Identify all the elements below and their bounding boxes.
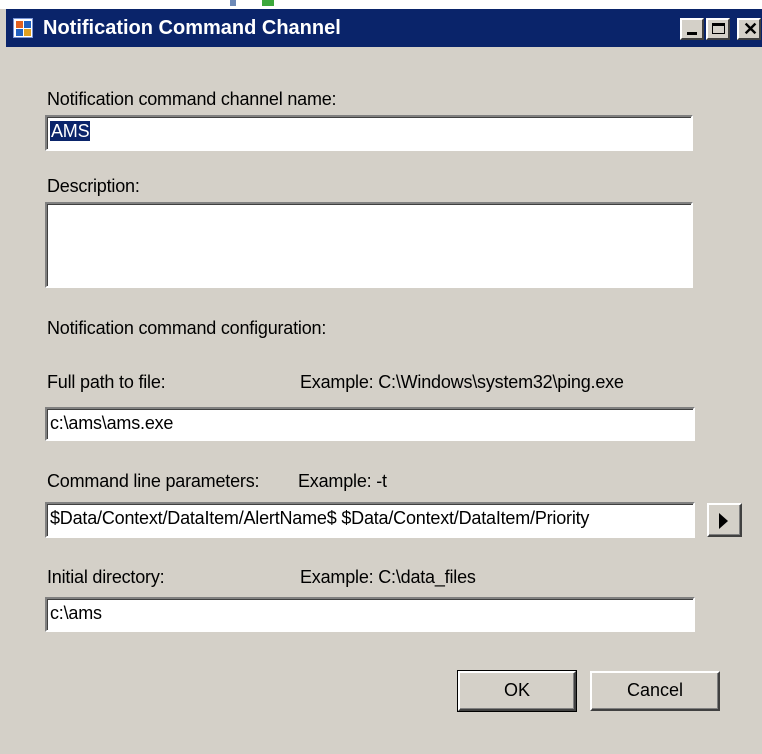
path-example: Example: C:\Windows\system32\ping.exe (300, 372, 624, 392)
window-title: Notification Command Channel (43, 17, 341, 39)
section-label: Notification command configuration: (47, 318, 327, 338)
dir-input[interactable]: c:\ams (45, 597, 695, 632)
maximize-button[interactable] (706, 18, 730, 40)
dialog-window: Notification Command Channel ✕ Notificat… (0, 0, 762, 754)
arrow-right-icon (719, 513, 728, 529)
name-input-value: AMS (50, 121, 91, 141)
background-strip (0, 0, 762, 9)
close-icon: ✕ (743, 19, 759, 39)
title-bar[interactable]: Notification Command Channel ✕ (6, 9, 762, 47)
close-button[interactable]: ✕ (737, 18, 761, 40)
insert-parameter-button[interactable] (707, 503, 742, 537)
minimize-button[interactable] (680, 18, 704, 40)
path-input[interactable]: c:\ams\ams.exe (45, 407, 695, 441)
params-input[interactable]: $Data/Context/DataItem/AlertName$ $Data/… (45, 502, 695, 538)
name-input[interactable]: AMS (45, 115, 693, 151)
cancel-button[interactable]: Cancel (590, 671, 720, 711)
ok-button[interactable]: OK (457, 670, 577, 712)
path-label: Full path to file: (47, 372, 166, 392)
params-example: Example: -t (298, 471, 387, 491)
dir-label: Initial directory: (47, 567, 165, 587)
minimize-icon (687, 32, 697, 35)
maximize-icon (712, 23, 725, 34)
params-label: Command line parameters: (47, 471, 260, 491)
description-input[interactable] (45, 202, 693, 288)
name-label: Notification command channel name: (47, 89, 337, 109)
app-window-icon[interactable] (13, 18, 33, 38)
dir-example: Example: C:\data_files (300, 567, 476, 587)
description-label: Description: (47, 176, 140, 196)
